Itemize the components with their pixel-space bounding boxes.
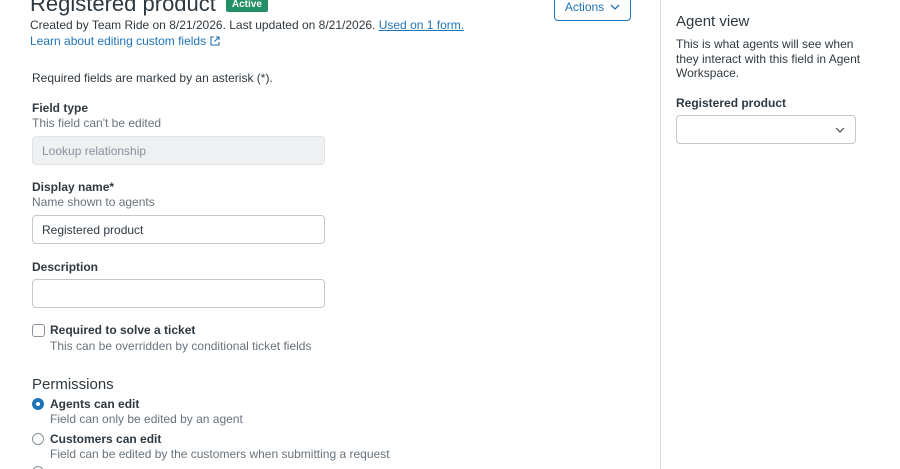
field-type-label: Field type: [32, 101, 89, 115]
actions-button[interactable]: Actions: [554, 0, 631, 21]
external-link-icon: [210, 36, 220, 46]
agents-can-edit-hint: Field can only be edited by an agent: [50, 412, 243, 426]
description-input[interactable]: [32, 279, 325, 308]
actions-label: Actions: [564, 0, 605, 14]
agent-view-field-label: Registered product: [676, 96, 787, 110]
used-on-link[interactable]: Used on 1 form.: [379, 18, 464, 32]
agent-view-panel: Agent view This is what agents will see …: [660, 0, 900, 469]
display-name-input[interactable]: [32, 215, 325, 244]
required-checkbox-label[interactable]: Required to solve a ticket: [50, 323, 195, 337]
customers-can-edit-hint: Field can be edited by the customers whe…: [50, 447, 390, 461]
field-type-input: [32, 136, 325, 165]
agent-view-description: This is what agents will see when they i…: [676, 37, 861, 80]
radio-agents-can-edit[interactable]: [32, 398, 44, 410]
display-name-label: Display name*: [32, 180, 115, 194]
page-title: Registered product: [30, 0, 216, 16]
meta-info: Created by Team Ride on 8/21/2026. Last …: [30, 18, 464, 32]
agents-can-edit-label[interactable]: Agents can edit: [50, 397, 139, 411]
status-badge: Active: [225, 0, 268, 12]
radio-customers-can-edit[interactable]: [32, 433, 44, 445]
learn-link[interactable]: Learn about editing custom fields: [30, 34, 220, 48]
learn-link-text: Learn about editing custom fields: [30, 34, 207, 48]
meta-text: Created by Team Ride on 8/21/2026. Last …: [30, 18, 376, 32]
title-row: Registered product Active: [30, 0, 268, 17]
agent-view-select[interactable]: [676, 115, 856, 144]
display-name-hint: Name shown to agents: [32, 195, 155, 209]
main-panel: Registered product Active Created by Tea…: [0, 0, 660, 469]
description-label: Description: [32, 260, 99, 274]
agent-view-title: Agent view: [676, 13, 750, 30]
permissions-heading: Permissions: [32, 376, 114, 393]
required-note: Required fields are marked by an asteris…: [32, 71, 273, 85]
field-type-hint: This field can't be edited: [32, 116, 162, 130]
required-checkbox-hint: This can be overridden by conditional ti…: [50, 339, 312, 353]
chevron-down-icon: [835, 127, 845, 133]
chevron-down-icon: [610, 4, 620, 10]
required-checkbox[interactable]: [32, 324, 45, 337]
customers-can-edit-label[interactable]: Customers can edit: [50, 432, 161, 446]
